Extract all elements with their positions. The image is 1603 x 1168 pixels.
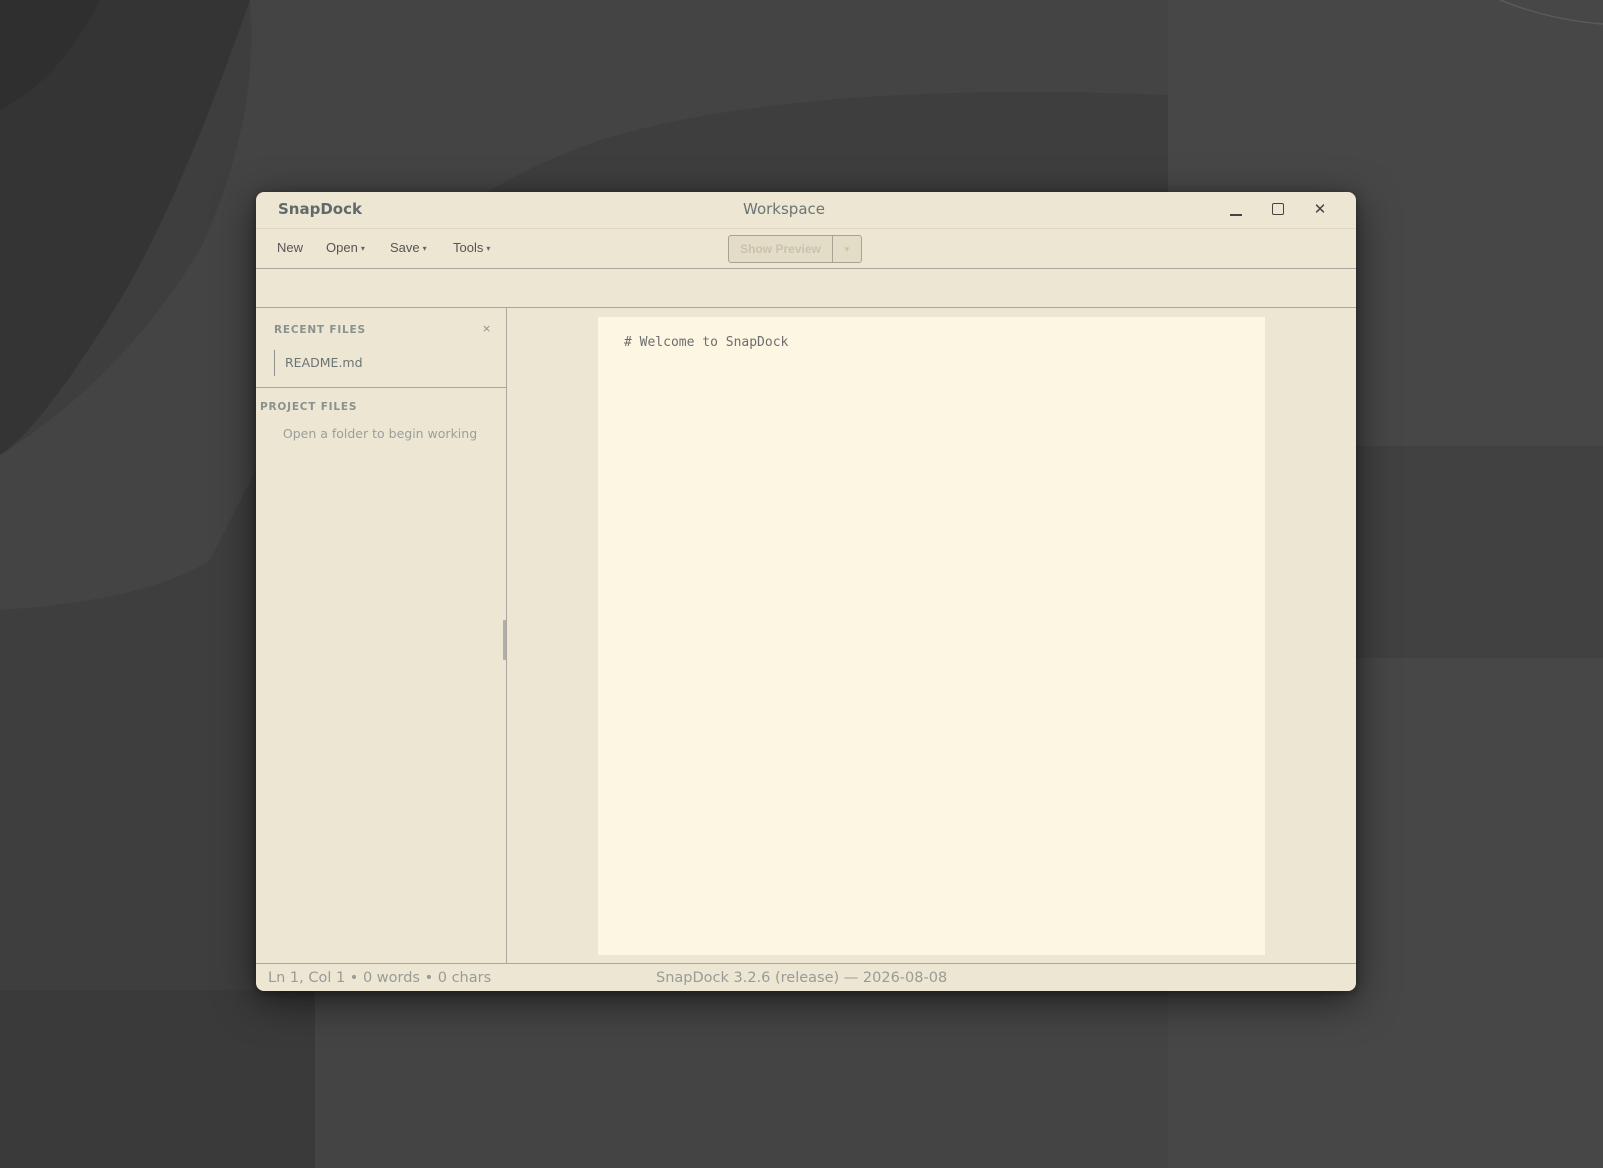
show-preview-button[interactable]: Show Preview — [729, 236, 833, 262]
sidebar-divider — [256, 387, 506, 388]
cursor-position-status: Ln 1, Col 1 • 0 words • 0 chars — [268, 970, 492, 986]
project-empty-message: Open a folder to begin working — [282, 426, 478, 441]
title-bar[interactable]: SnapDock Workspace ✕ — [256, 192, 1356, 229]
close-recent-icon[interactable]: × — [482, 322, 491, 335]
toolbar: New Open ▾ Save ▾ Tools ▾ Show Preview ▾ — [256, 228, 1356, 269]
new-label: New — [277, 240, 304, 255]
open-menu[interactable]: Open ▾ — [326, 240, 365, 255]
tools-label: Tools — [453, 240, 484, 255]
editor-page[interactable]: # Welcome to SnapDock — [598, 317, 1265, 955]
editor-area: # Welcome to SnapDock — [507, 308, 1356, 963]
editor-content[interactable]: # Welcome to SnapDock — [624, 335, 788, 350]
sidebar: RECENT FILES × README.md PROJECT FILES O… — [256, 308, 507, 963]
chevron-down-icon: ▾ — [486, 244, 491, 253]
status-bar: Ln 1, Col 1 • 0 words • 0 chars SnapDock… — [256, 963, 1356, 991]
close-icon[interactable]: ✕ — [1308, 198, 1332, 220]
preview-dropdown-icon[interactable]: ▾ — [833, 236, 861, 262]
save-label: Save — [390, 240, 420, 255]
app-window: SnapDock Workspace ✕ New Open ▾ Save ▾ Too… — [256, 192, 1356, 991]
chevron-down-icon: ▾ — [360, 244, 365, 253]
maximize-icon[interactable] — [1266, 198, 1290, 220]
new-button[interactable]: New — [277, 240, 303, 255]
show-preview-split-button: Show Preview ▾ — [728, 235, 862, 263]
sidebar-resize-handle[interactable] — [503, 620, 506, 660]
tools-menu[interactable]: Tools ▾ — [453, 240, 490, 255]
window-title: Workspace — [743, 200, 825, 218]
recent-file-item[interactable]: README.md — [274, 350, 363, 376]
chevron-down-icon: ▾ — [422, 244, 427, 253]
secondary-toolbar — [256, 269, 1356, 308]
minimize-icon[interactable] — [1224, 198, 1248, 220]
recent-files-heading: RECENT FILES — [274, 324, 366, 336]
version-status: SnapDock 3.2.6 (release) — 2026-08-08 — [656, 970, 948, 986]
project-files-heading: PROJECT FILES — [260, 401, 358, 413]
save-menu[interactable]: Save ▾ — [390, 240, 427, 255]
open-label: Open — [326, 240, 358, 255]
